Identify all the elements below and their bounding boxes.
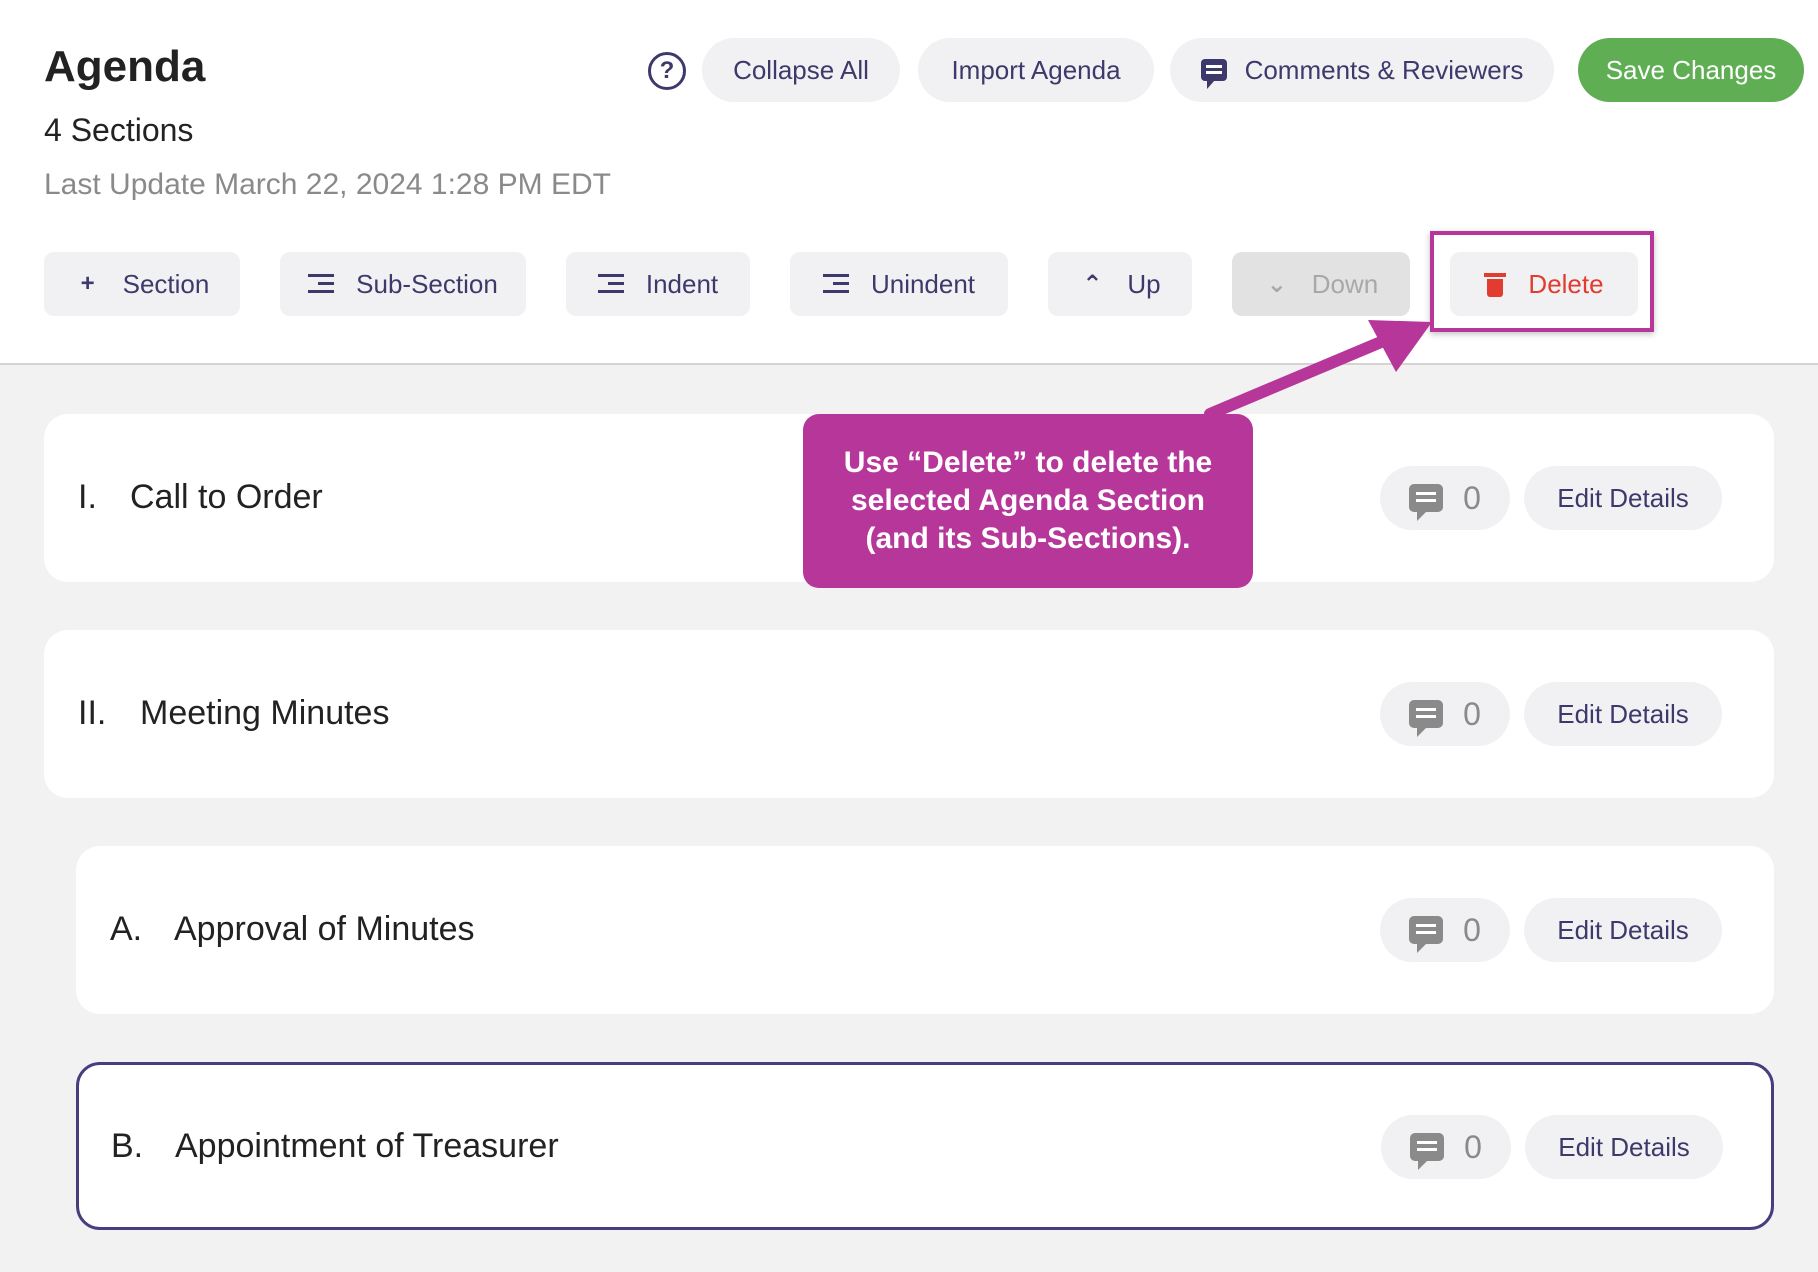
comment-icon [1410,1133,1445,1170]
help-icon[interactable]: ? [648,52,686,90]
agenda-subsection-card-selected[interactable]: B. Appointment of Treasurer 0 Edit Detai… [76,1062,1774,1230]
indent-label: Indent [645,268,719,299]
agenda-header: Agenda 4 Sections Last Update March 22, … [0,0,1818,365]
section-count: 4 Sections [44,112,194,148]
add-sub-section-label: Sub-Section [356,268,498,299]
unindent-button[interactable]: Unindent [790,252,1008,316]
section-number: II. [78,694,107,732]
move-up-button[interactable]: ⌃ Up [1048,252,1192,316]
comment-icon [1200,59,1227,89]
comment-count: 0 [1463,479,1481,516]
comment-count-button[interactable]: 0 [1380,898,1510,962]
page-title: Agenda [44,42,206,91]
import-agenda-button[interactable]: Import Agenda [918,38,1154,102]
import-agenda-label: Import Agenda [951,54,1121,85]
section-title: Approval of Minutes [174,910,475,948]
edit-details-label: Edit Details [1557,482,1689,513]
comment-count-button[interactable]: 0 [1380,682,1510,746]
edit-details-button[interactable]: Edit Details [1524,898,1722,962]
comment-count-button[interactable]: 0 [1381,1115,1511,1179]
agenda-subsection-card[interactable]: A. Approval of Minutes 0 Edit Details [76,846,1774,1014]
unindent-icon [822,274,849,294]
edit-details-label: Edit Details [1558,1131,1690,1162]
edit-details-button[interactable]: Edit Details [1524,466,1722,530]
comment-count-button[interactable]: 0 [1380,466,1510,530]
delete-tip-callout: Use “Delete” to delete the selected Agen… [803,414,1253,588]
move-down-button[interactable]: ⌄ Down [1232,252,1410,316]
add-section-label: Section [122,268,210,299]
section-title: Call to Order [130,478,323,516]
add-sub-section-button[interactable]: Sub-Section [280,252,526,316]
comments-reviewers-button[interactable]: Comments & Reviewers [1170,38,1554,102]
indent-button[interactable]: Indent [566,252,750,316]
chevron-up-icon: ⌃ [1082,270,1103,298]
edit-details-label: Edit Details [1557,914,1689,945]
move-up-label: Up [1127,268,1161,299]
collapse-all-label: Collapse All [733,54,869,85]
add-section-button[interactable]: + Section [44,252,240,316]
section-number: A. [110,910,143,948]
section-number: I. [78,478,97,516]
section-title: Meeting Minutes [140,694,390,732]
comment-count: 0 [1464,1128,1482,1165]
section-number: B. [111,1127,144,1165]
comment-count: 0 [1463,695,1481,732]
chevron-down-icon: ⌄ [1266,270,1287,298]
delete-highlight-box [1430,231,1654,332]
last-update-text: Last Update March 22, 2024 1:28 PM EDT [44,168,611,201]
section-title: Appointment of Treasurer [175,1127,559,1165]
save-changes-button[interactable]: Save Changes [1578,38,1804,102]
comment-icon [1409,916,1444,953]
comment-icon [1409,484,1444,521]
comment-count: 0 [1463,911,1481,948]
move-down-label: Down [1311,268,1379,299]
edit-details-button[interactable]: Edit Details [1524,682,1722,746]
comments-reviewers-label: Comments & Reviewers [1244,54,1524,85]
edit-details-button[interactable]: Edit Details [1525,1115,1723,1179]
edit-details-label: Edit Details [1557,698,1689,729]
comment-icon [1409,700,1444,737]
indent-icon [597,274,624,294]
collapse-all-button[interactable]: Collapse All [702,38,900,102]
plus-icon: + [80,270,95,297]
agenda-section-card[interactable]: II. Meeting Minutes 0 Edit Details [44,630,1774,798]
unindent-label: Unindent [870,268,976,299]
save-changes-label: Save Changes [1605,54,1777,85]
callout-text: Use “Delete” to delete the selected Agen… [843,446,1213,555]
sub-section-icon [308,274,335,294]
